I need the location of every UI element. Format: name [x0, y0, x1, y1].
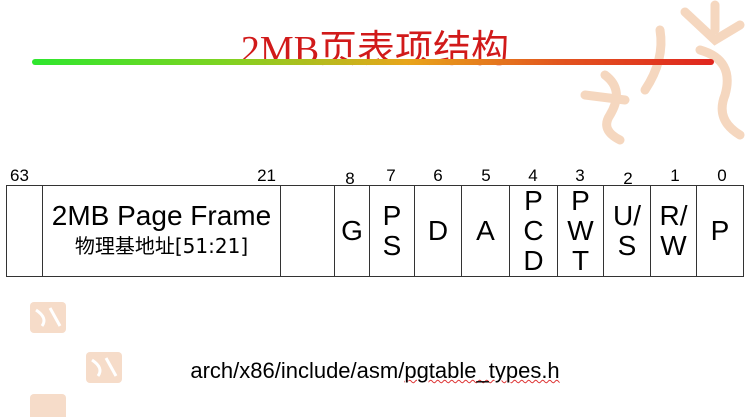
bit-number-3: 3	[575, 166, 585, 185]
path-filename: pgtable_types.h	[404, 358, 560, 383]
pcd-letter: C	[523, 215, 544, 246]
pwt-bit-cell: P W T	[557, 185, 604, 277]
seal-decoration	[30, 302, 66, 333]
user-supervisor-bit-cell: U/ S	[603, 185, 651, 277]
bit-number-6: 6	[433, 166, 443, 185]
reserved-low-cell	[280, 185, 335, 277]
bit-number-1: 1	[670, 166, 680, 185]
pcd-letter: D	[523, 245, 544, 276]
path-prefix: arch/x86/include/asm/	[190, 358, 405, 383]
page-size-bit-cell: P S	[369, 185, 415, 277]
present-bit-cell: P	[696, 185, 744, 277]
us-text: U/	[613, 200, 641, 231]
rw-text: R/	[659, 200, 688, 231]
ps-letter: S	[382, 230, 402, 261]
physical-base-address-label: 物理基地址[51:21]	[74, 234, 249, 258]
bit-number-4: 4	[528, 166, 538, 185]
source-file-path: arch/x86/include/asm/pgtable_types.h	[0, 358, 750, 384]
pwt-letter: W	[567, 215, 594, 246]
page-frame-cell: 2MB Page Frame 物理基地址[51:21]	[42, 185, 281, 277]
bit-number-21: 21	[257, 166, 276, 185]
rw-text: W	[660, 230, 687, 261]
accessed-bit-cell: A	[461, 185, 510, 277]
dirty-bit-cell: D	[414, 185, 462, 277]
pcd-letter: P	[524, 185, 543, 216]
bit-number-63: 63	[10, 166, 29, 185]
pwt-letter: P	[571, 185, 590, 216]
read-write-bit-cell: R/ W	[650, 185, 697, 277]
bit-number-7: 7	[386, 166, 396, 185]
title-underline-bar	[32, 59, 714, 65]
bit-number-0: 0	[717, 166, 727, 185]
global-bit-cell: G	[334, 185, 370, 277]
ps-letter: P	[382, 200, 402, 231]
bit-number-5: 5	[481, 166, 491, 185]
pcd-bit-cell: P C D	[509, 185, 558, 277]
page-table-entry-diagram: 2MB Page Frame 物理基地址[51:21] G P S D A P …	[6, 185, 744, 277]
seal-decoration	[30, 394, 66, 417]
reserved-high-cell	[6, 185, 43, 277]
us-text: S	[617, 230, 637, 261]
page-frame-label: 2MB Page Frame	[51, 200, 272, 231]
pwt-letter: T	[571, 245, 590, 276]
